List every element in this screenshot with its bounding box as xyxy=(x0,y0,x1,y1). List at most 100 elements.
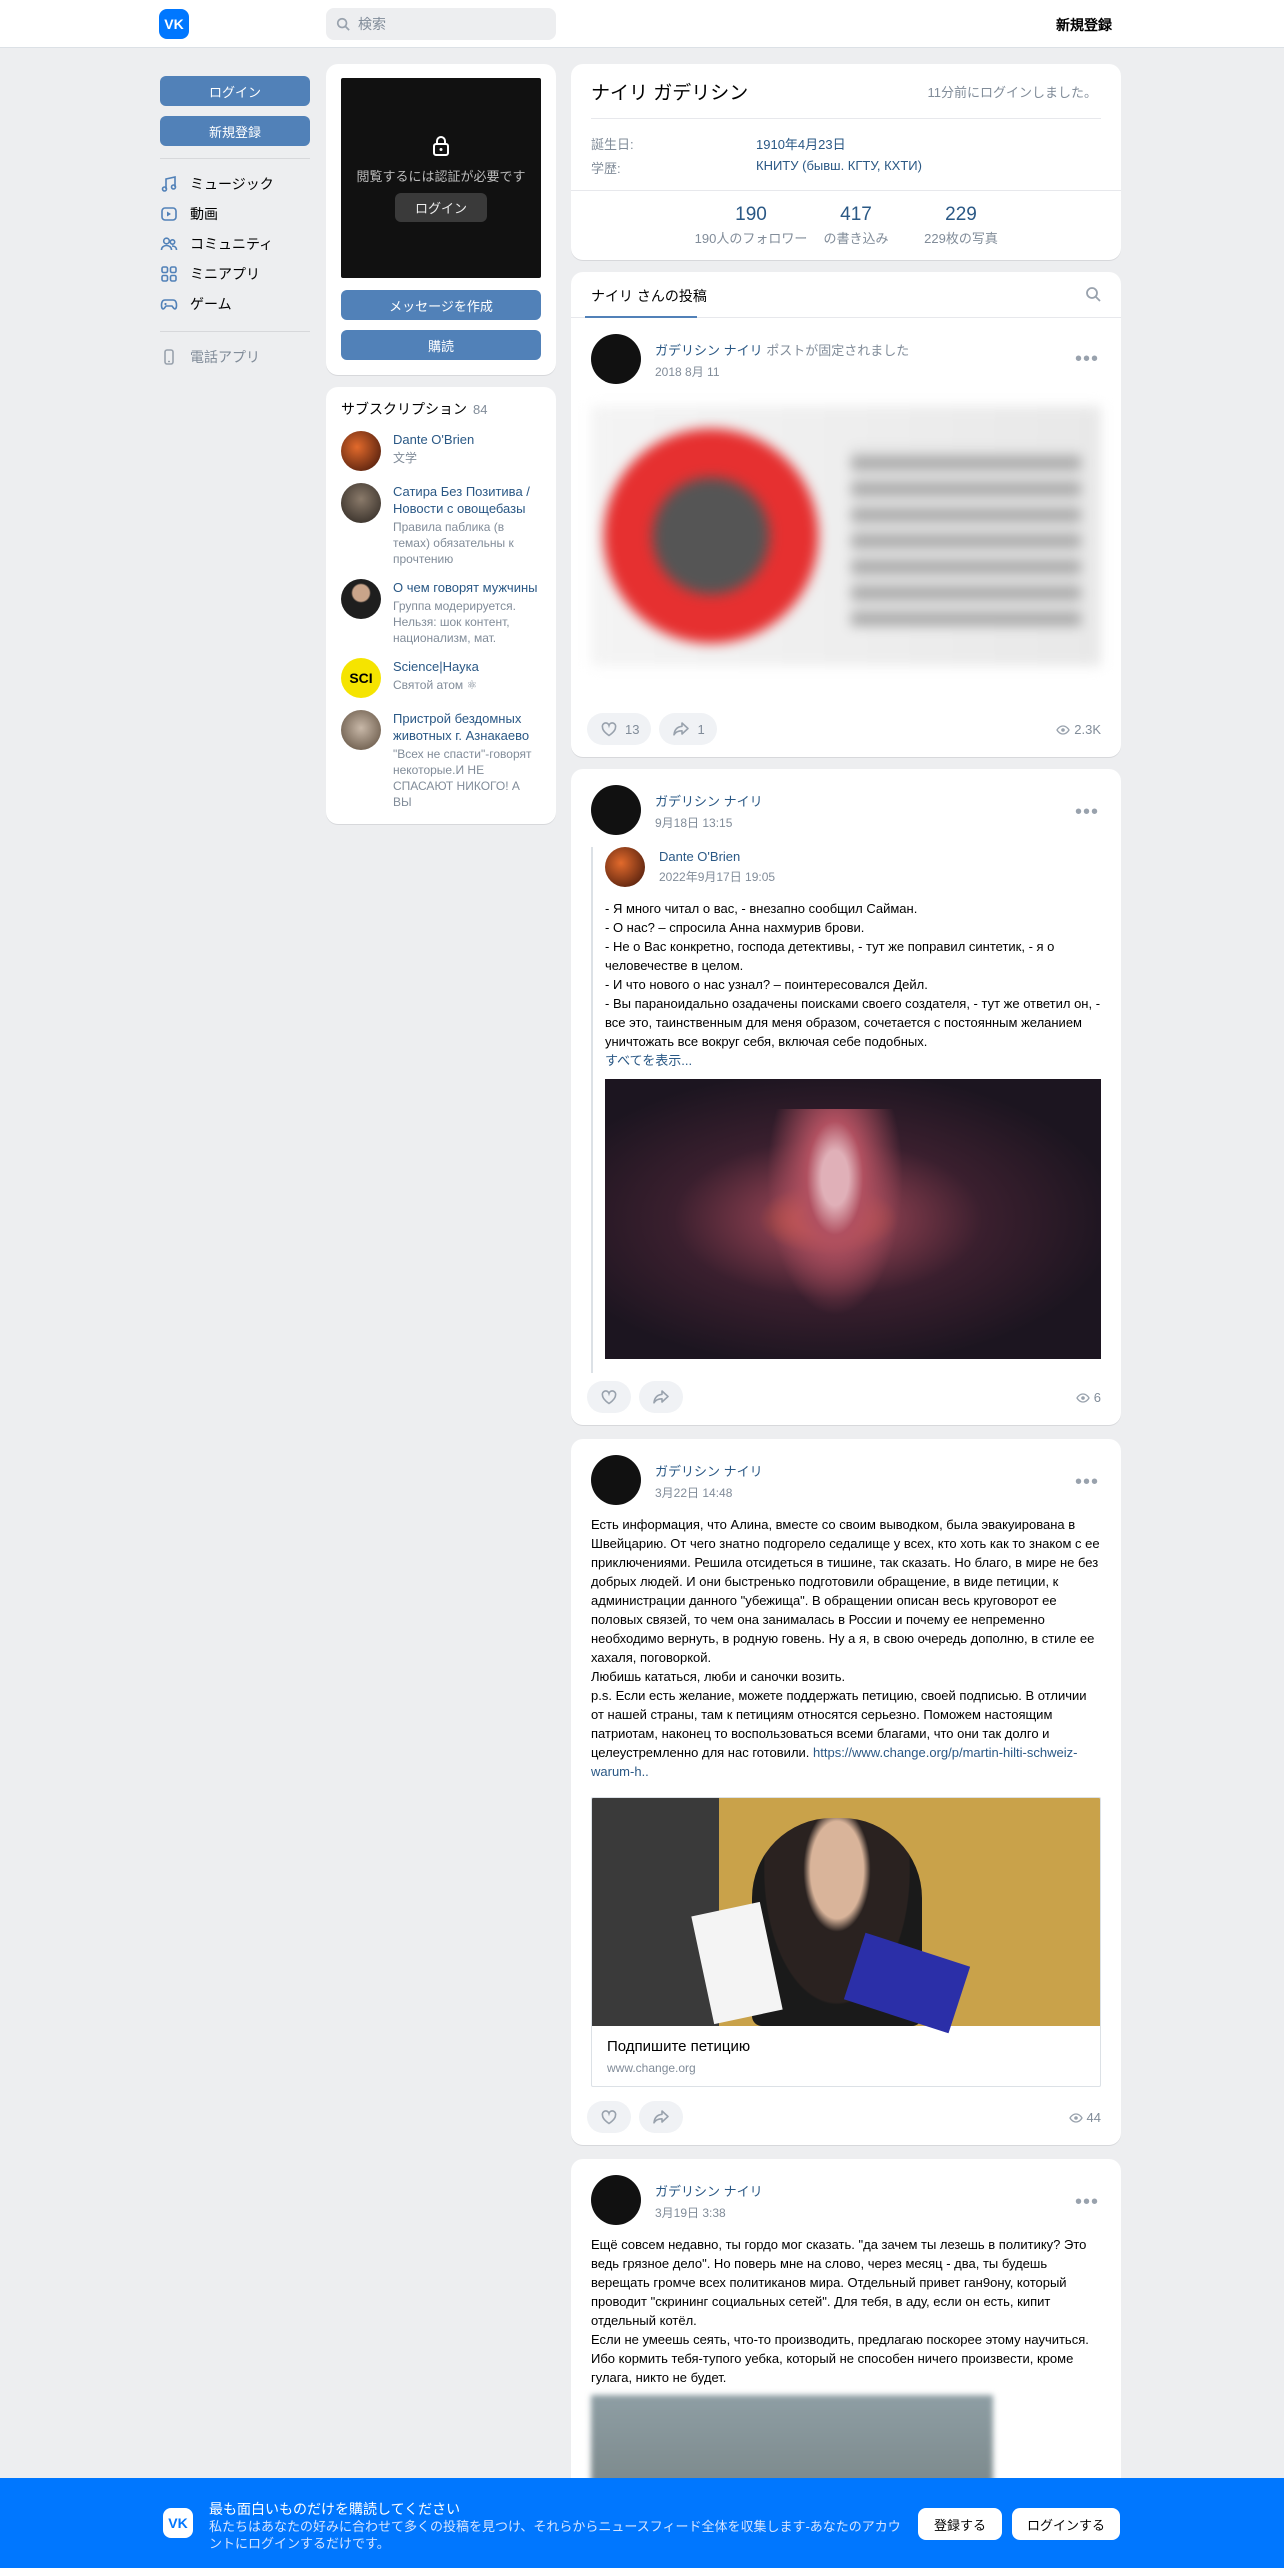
subscription-name[interactable]: Пристрой бездомных животных г. Азнакаево xyxy=(393,710,541,744)
counter-followers[interactable]: 190 190人のフォロワー xyxy=(691,204,811,247)
post-header: ガデリシン ナイリ 3月19日 3:38 xyxy=(591,2175,763,2225)
more-icon[interactable]: ••• xyxy=(1075,801,1099,824)
profile-info-card: ナイリ ガデリシン 11分前にログインしました。 誕生日: 1910年4月23日… xyxy=(571,64,1121,260)
miniapps-icon xyxy=(161,266,177,282)
vk-logo[interactable]: VK xyxy=(159,9,189,39)
counter-number: 190 xyxy=(735,204,767,225)
post-date[interactable]: 9月18日 13:15 xyxy=(655,814,763,831)
snippet-title[interactable]: Подпишите петицию xyxy=(607,2038,1085,2055)
heart-icon xyxy=(601,1390,617,1405)
like-button[interactable] xyxy=(587,2101,631,2133)
profile-photo-card: 閲覧するには認証が必要です ログイン メッセージを作成 購読 xyxy=(326,64,556,375)
nav-item-community[interactable]: コミュニティ xyxy=(160,229,310,259)
subscription-item[interactable]: SCI Science|Наука Святой атом ⚛ xyxy=(341,658,541,698)
author-name[interactable]: ガデリシン ナイリ xyxy=(655,791,763,810)
birthday-value[interactable]: 1910年4月23日 xyxy=(756,134,846,153)
nav-divider xyxy=(160,158,310,159)
show-more-link[interactable]: すべてを表示... xyxy=(605,1050,692,1069)
nav-item-games[interactable]: ゲーム xyxy=(160,289,310,319)
link-snippet[interactable]: Подпишите петицию www.change.org xyxy=(591,1797,1101,2087)
counter-label: の書き込み xyxy=(823,231,889,246)
more-icon[interactable]: ••• xyxy=(1075,1471,1099,1494)
search-placeholder: 検索 xyxy=(358,16,386,32)
subscription-name[interactable]: Science|Наука xyxy=(393,658,479,675)
post-date[interactable]: 3月19日 3:38 xyxy=(655,2204,763,2221)
nav-item-miniapps[interactable]: ミニアプリ xyxy=(160,259,310,289)
more-icon[interactable]: ••• xyxy=(1075,348,1099,371)
subscription-item[interactable]: Пристрой бездомных животных г. Азнакаево… xyxy=(341,710,541,810)
post-header: ガデリシン ナイリ 9月18日 13:15 xyxy=(591,785,763,835)
avatar[interactable] xyxy=(591,2175,641,2225)
education-value[interactable]: КНИТУ (бывш. КГТУ, КХТИ) xyxy=(756,158,922,173)
repost-card: ガデリシン ナイリ 9月18日 13:15 ••• Dante O'Brien … xyxy=(571,769,1121,1425)
write-message-button[interactable]: メッセージを作成 xyxy=(341,290,541,320)
post-text: Есть информация, что Алина, вместе со св… xyxy=(591,1515,1101,1781)
avatar xyxy=(341,710,381,750)
tab-underline xyxy=(585,316,697,318)
subscription-name[interactable]: Dante O'Brien xyxy=(393,431,474,448)
share-button[interactable] xyxy=(639,1381,683,1413)
search-icon[interactable] xyxy=(1085,286,1101,302)
repost-author[interactable]: Dante O'Brien xyxy=(659,849,775,864)
subscription-item[interactable]: Сатира Без Позитива / Новости с овощебаз… xyxy=(341,483,541,567)
subscription-name[interactable]: О чем говорят мужчины xyxy=(393,579,541,596)
post-date[interactable]: 2018 8月 11 xyxy=(655,363,909,380)
post-image[interactable] xyxy=(605,1079,1101,1359)
banner-register-button[interactable]: 登録する xyxy=(918,2508,1002,2540)
subscriptions-title[interactable]: サブスクリプション 84 xyxy=(341,399,541,419)
counter-number: 229 xyxy=(945,204,977,225)
post-actions xyxy=(587,1381,691,1413)
divider xyxy=(591,118,1101,119)
video-icon xyxy=(161,207,177,221)
eye-icon xyxy=(1068,2112,1083,2123)
repost-date[interactable]: 2022年9月17日 19:05 xyxy=(659,868,775,885)
repost-bar xyxy=(591,847,593,1373)
counter-photos[interactable]: 229 229枚の写真 xyxy=(911,204,1011,247)
author-name[interactable]: ガデリシン ナイリ xyxy=(655,343,763,358)
share-count: 1 xyxy=(697,721,705,737)
more-icon[interactable]: ••• xyxy=(1075,2191,1099,2214)
nav-item-music[interactable]: ミュージック xyxy=(160,169,310,199)
share-button[interactable]: 1 xyxy=(659,713,717,745)
nav-item-label: ミュージック xyxy=(190,176,274,192)
banner-description: 私たちはあなたの好みに合わせて多くの投稿を見つけ、それらからニュースフィード全体… xyxy=(209,2519,901,2551)
subscribe-button[interactable]: 購読 xyxy=(341,330,541,360)
left-nav: ログイン 新規登録 ミュージック 動画 コミュニティ ミニアプリ ゲーム 電話ア… xyxy=(160,76,310,372)
counter-posts[interactable]: 417 の書き込み xyxy=(816,204,896,247)
author-name[interactable]: ガデリシン ナイリ xyxy=(655,1461,763,1480)
avatar xyxy=(341,579,381,619)
subscription-name[interactable]: Сатира Без Позитива / Новости с овощебаз… xyxy=(393,483,541,517)
post-author[interactable]: ガデリシン ナイリ ポストが固定されました xyxy=(655,340,909,359)
like-button[interactable]: 13 xyxy=(587,713,652,745)
nav-item-label: ゲーム xyxy=(190,296,232,312)
avatar-login-button[interactable]: ログイン xyxy=(394,193,487,222)
avatar[interactable] xyxy=(591,1455,641,1505)
post-image[interactable] xyxy=(591,406,1101,666)
subscription-item[interactable]: Dante O'Brien 文学 xyxy=(341,431,541,471)
lock-icon xyxy=(433,136,449,156)
nav-item-label: 動画 xyxy=(190,206,218,222)
avatar[interactable] xyxy=(605,847,645,887)
author-name[interactable]: ガデリシン ナイリ xyxy=(655,2181,763,2200)
register-button[interactable]: 新規登録 xyxy=(160,116,310,146)
avatar[interactable] xyxy=(591,334,641,384)
banner-login-button[interactable]: ログインする xyxy=(1012,2508,1120,2540)
nav-item-video[interactable]: 動画 xyxy=(160,199,310,229)
avatar xyxy=(341,483,381,523)
counter-label: 190人のフォロワー xyxy=(694,231,808,246)
subscription-desc: 文学 xyxy=(393,451,418,465)
wall-tabs: ナイリ さんの投稿 xyxy=(571,272,1121,318)
subscription-item[interactable]: О чем говорят мужчины Группа модерируется… xyxy=(341,579,541,646)
post-date[interactable]: 3月22日 14:48 xyxy=(655,1484,763,1501)
music-icon xyxy=(161,176,177,192)
avatar[interactable] xyxy=(591,785,641,835)
post-actions: 13 1 xyxy=(587,713,725,745)
register-link[interactable]: 新規登録 xyxy=(1056,15,1112,35)
nav-item-phone-app[interactable]: 電話アプリ xyxy=(160,342,310,372)
search-input[interactable]: 検索 xyxy=(326,8,556,40)
like-button[interactable] xyxy=(587,1381,631,1413)
tab-posts[interactable]: ナイリ さんの投稿 xyxy=(591,286,707,306)
share-button[interactable] xyxy=(639,2101,683,2133)
nav-item-label: コミュニティ xyxy=(190,236,274,252)
login-button[interactable]: ログイン xyxy=(160,76,310,106)
